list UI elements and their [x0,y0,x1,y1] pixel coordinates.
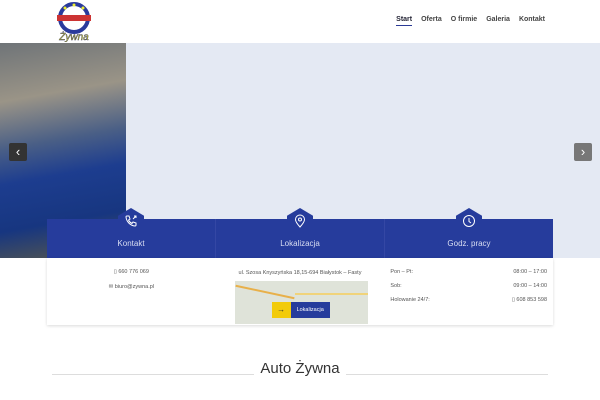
email-icon: ✉ [108,284,114,290]
main-nav: Start Oferta O firmie Galeria Kontakt [396,16,545,26]
nav-o-firmie[interactable]: O firmie [451,16,477,26]
logo[interactable]: Żywna [55,2,93,43]
map-thumbnail[interactable]: → Lokalizacja [234,281,368,324]
contact-phone[interactable]: 660 776 069 [118,269,149,275]
header: Żywna Start Oferta O firmie Galeria Kont… [0,0,600,43]
hours-label: Holowanie 24/7: [390,297,430,303]
nav-kontakt[interactable]: Kontakt [519,16,545,26]
hours-column: Pon – Pt: 08:00 – 17:00 Sob: 09:00 – 14:00… [384,258,553,325]
slider-prev-button[interactable]: ‹ [9,143,27,161]
feature-boxes: Kontakt Lokalizacja Godz. pracy [47,208,553,258]
section-title-text: Auto Żywna [254,360,346,377]
hours-value: 08:00 – 17:00 [513,269,548,275]
mobile-icon: ▯ [511,297,515,303]
box-label: Kontakt [117,239,145,248]
mobile-icon: ▯ [113,269,117,275]
box-godziny[interactable]: Godz. pracy [385,208,553,258]
towing-phone[interactable]: 608 853 598 [516,297,547,303]
box-label: Godz. pracy [447,239,491,248]
svg-text:Żywna: Żywna [58,31,89,42]
hours-row: Holowanie 24/7: ▯ 608 853 598 [384,297,553,303]
nav-oferta[interactable]: Oferta [421,16,442,26]
contact-column: ▯ 660 776 069 ✉ biuro@zywna.pl [47,258,216,325]
nav-start[interactable]: Start [396,16,413,26]
location-column: ul. Szosa Knyszyńska 18,15-694 Białystok… [216,258,385,325]
hours-value: 09:00 – 14:00 [513,283,548,289]
box-lokalizacja[interactable]: Lokalizacja [216,208,385,258]
hours-row: Sob: 09:00 – 14:00 [384,283,553,289]
arrow-right-icon: → [271,302,291,318]
contact-email[interactable]: biuro@zywna.pl [115,284,154,290]
slider-next-button[interactable]: › [574,143,592,161]
box-label: Lokalizacja [280,239,320,248]
address: ul. Szosa Knyszyńska 18,15-694 Białystok… [238,270,362,276]
hours-label: Pon – Pt: [390,269,413,275]
box-kontakt[interactable]: Kontakt [47,208,216,258]
phone-icon [125,215,137,227]
location-button[interactable]: → Lokalizacja [271,302,330,318]
section-title: Auto Żywna [0,360,600,377]
map-pin-icon [294,214,306,228]
clock-icon [463,215,475,227]
location-button-label: Lokalizacja [290,302,330,318]
hours-label: Sob: [390,283,402,289]
nav-galeria[interactable]: Galeria [486,16,510,26]
hours-row: Pon – Pt: 08:00 – 17:00 [384,269,553,275]
info-panel: ▯ 660 776 069 ✉ biuro@zywna.pl ul. Szosa… [47,258,553,325]
